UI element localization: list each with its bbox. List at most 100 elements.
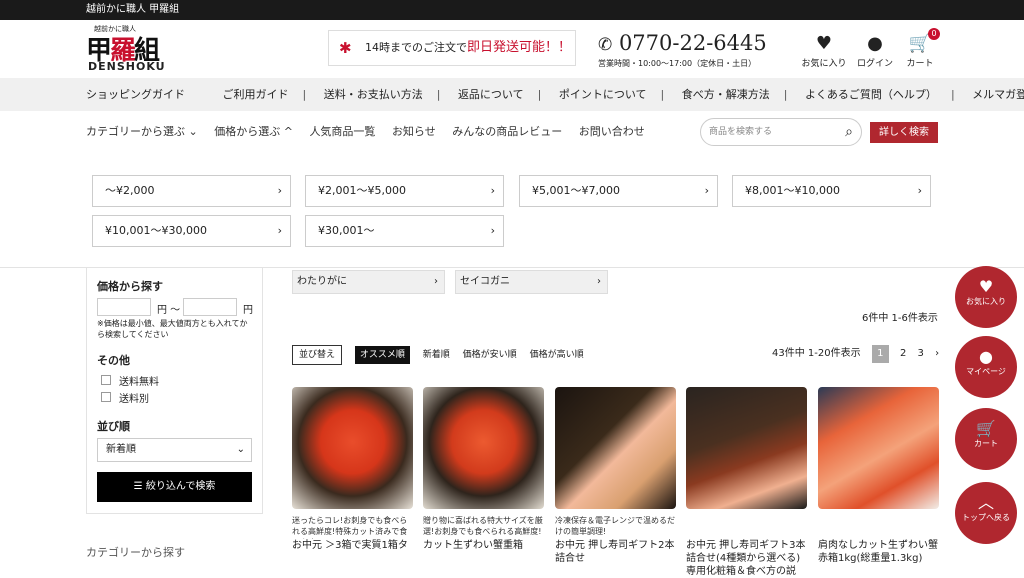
sort-bar: 並び替え オススメ順 新着順 価格が安い順 価格が高い順: [292, 345, 594, 365]
filter-search-button[interactable]: ☰ 絞り込んで検索: [97, 472, 252, 502]
page-2[interactable]: 2: [900, 345, 906, 363]
price-range-option[interactable]: ¥5,001～¥7,000 ›: [519, 175, 718, 207]
search-input[interactable]: 商品を検索する ⌕: [700, 118, 862, 146]
category-tag[interactable]: セイコガニ ›: [455, 270, 608, 294]
cart-count-badge: 0: [928, 28, 940, 40]
chevron-down-icon: ⌄: [236, 444, 245, 455]
price-range-label: ¥2,001～¥5,000: [318, 184, 406, 197]
phone-block: ✆ 0770-22-6445 営業時間・10:00～17:00（定休日・土日）: [598, 30, 788, 70]
product-card[interactable]: 迷ったらコレ!お刺身でも食べられる高鮮度!特殊カット済みで食べやすい♪ お中元 …: [292, 387, 413, 552]
login-label: ログイン: [856, 59, 893, 69]
subnav-reviews[interactable]: みんなの商品レビュー: [452, 125, 562, 138]
product-image[interactable]: [686, 387, 807, 509]
nav-shipping-payment[interactable]: 送料・お支払い方法: [324, 88, 423, 101]
header-favorites[interactable]: ♥ お気に入り: [800, 32, 848, 69]
product-card[interactable]: 肩肉なしカット生ずわい蟹 赤箱1kg(総重量1.3kg): [818, 387, 939, 565]
sort-filter-title: 並び順: [97, 420, 130, 433]
product-desc: [686, 515, 807, 539]
category-tag[interactable]: わたりがに ›: [292, 270, 445, 294]
sort-select[interactable]: 新着順 ⌄: [97, 438, 252, 462]
subnav-contact[interactable]: お問い合わせ: [579, 125, 645, 138]
free-shipping-checkbox[interactable]: [101, 375, 111, 385]
sort-price-high[interactable]: 価格が高い順: [530, 346, 584, 364]
heart-icon: ♥: [978, 277, 994, 296]
nav-how-to-eat[interactable]: 食べ方・解凍方法: [682, 88, 770, 101]
business-hours: 営業時間・10:00～17:00（定休日・土日）: [598, 59, 757, 68]
nav-separator: |: [783, 88, 788, 101]
price-range-label: ¥5,001～¥7,000: [532, 184, 620, 197]
cart-icon: 🛒: [976, 419, 996, 438]
fab-back-to-top[interactable]: ︿ トップへ戻る: [955, 482, 1017, 544]
nav-shopping-guide[interactable]: ショッピングガイド: [86, 88, 185, 101]
header-login[interactable]: ● ログイン: [851, 32, 899, 69]
yen-label: 円: [243, 305, 253, 316]
page-3[interactable]: 3: [918, 345, 924, 363]
nav-separator: |: [436, 88, 441, 101]
fab-favorites[interactable]: ♥ お気に入り: [955, 266, 1017, 328]
filter-icon: ☰: [133, 481, 143, 492]
min-price-input[interactable]: [97, 298, 151, 316]
price-range-label: ¥8,001～¥10,000: [745, 184, 840, 197]
product-image[interactable]: [555, 387, 676, 509]
next-page[interactable]: ›: [935, 345, 939, 363]
price-filter-title: 価格から探す: [97, 280, 163, 293]
search-icon[interactable]: ⌕: [845, 119, 853, 145]
product-card[interactable]: 冷凍保存＆電子レンジで温めるだけの簡単調理! お中元 押し寿司ギフト2本詰合せ: [555, 387, 676, 565]
price-range-option[interactable]: ¥8,001～¥10,000 ›: [732, 175, 931, 207]
product-name[interactable]: カット生ずわい蟹重箱: [423, 539, 544, 552]
nav-returns[interactable]: 返品について: [458, 88, 524, 101]
nav-faq[interactable]: よくあるご質問（ヘルプ）: [805, 88, 937, 101]
chevron-right-icon: ›: [917, 184, 922, 197]
logo[interactable]: 越前かに職人 甲羅組 DENSHOKU: [86, 24, 178, 74]
fab-cart[interactable]: 🛒 カート: [955, 408, 1017, 470]
favorites-label: お気に入り: [801, 59, 847, 69]
price-range-option[interactable]: ～¥2,000 ›: [92, 175, 291, 207]
product-image[interactable]: [292, 387, 413, 509]
product-name[interactable]: お中元 押し寿司ギフト2本詰合せ: [555, 539, 676, 565]
header-cart[interactable]: 🛒 0 カート: [896, 28, 944, 69]
nav-usage-guide[interactable]: ご利用ガイド: [223, 88, 289, 101]
price-range-option[interactable]: ¥30,001～ ›: [305, 215, 504, 247]
shipping-extra-label[interactable]: 送料別: [119, 390, 149, 405]
fab-cart-label: カート: [974, 439, 998, 448]
subnav-category[interactable]: カテゴリーから選ぶ ⌄: [86, 125, 198, 138]
product-name[interactable]: 肩肉なしカット生ずわい蟹 赤箱1kg(総重量1.3kg): [818, 539, 939, 565]
product-desc: 冷凍保存＆電子レンジで温めるだけの簡単調理!: [555, 516, 675, 536]
sort-recommended[interactable]: オススメ順: [354, 346, 410, 364]
product-desc: 贈り物に喜ばれる特大サイズを厳選!お刺身でも食べられる高鮮度!: [423, 516, 543, 536]
price-range-option[interactable]: ¥10,001～¥30,000 ›: [92, 215, 291, 247]
max-price-input[interactable]: [183, 298, 237, 316]
subnav-news[interactable]: お知らせ: [392, 125, 436, 138]
notice-highlight: 即日発送可能！！: [467, 40, 572, 55]
user-icon: ●: [867, 33, 883, 54]
fab-mypage-label: マイページ: [966, 367, 1006, 376]
shipping-notice: ✱ 14時までのご注文で即日発送可能！！: [328, 30, 576, 66]
nav-points[interactable]: ポイントについて: [559, 88, 647, 101]
price-note: ※価格は最小値、最大値両方とも入れてから検索してください: [97, 319, 248, 339]
product-image[interactable]: [423, 387, 544, 509]
sort-price-low[interactable]: 価格が安い順: [463, 346, 517, 364]
price-range-option[interactable]: ¥2,001～¥5,000 ›: [305, 175, 504, 207]
category-search-title: カテゴリーから探す: [86, 546, 185, 559]
chevron-right-icon: ›: [277, 224, 282, 237]
subnav-price[interactable]: 価格から選ぶ ^: [214, 125, 293, 138]
price-range-label: ¥30,001～: [318, 224, 375, 237]
product-desc: [818, 515, 939, 539]
product-name[interactable]: お中元 押し寿司ギフト3本詰合せ(4種類から選べる)専用化粧箱＆食べ方の説: [686, 539, 807, 578]
fab-mypage[interactable]: ● マイページ: [955, 336, 1017, 398]
shipping-extra-checkbox[interactable]: [101, 392, 111, 402]
product-name[interactable]: お中元 ＞3箱で実質1箱タ: [292, 539, 413, 552]
nav-newsletter[interactable]: メルマガ登録: [972, 88, 1024, 101]
product-card[interactable]: 贈り物に喜ばれる特大サイズを厳選!お刺身でも食べられる高鮮度! カット生ずわい蟹…: [423, 387, 544, 552]
product-desc: 迷ったらコレ!お刺身でも食べられる高鮮度!特殊カット済みで食べやすい♪: [292, 516, 408, 539]
product-card[interactable]: お中元 押し寿司ギフト3本詰合せ(4種類から選べる)専用化粧箱＆食べ方の説: [686, 387, 807, 578]
sort-newest[interactable]: 新着順: [423, 346, 450, 364]
phone-number[interactable]: 0770-22-6445: [619, 31, 767, 55]
page-1[interactable]: 1: [871, 345, 889, 363]
advanced-search-button[interactable]: 詳しく検索: [870, 122, 938, 143]
price-range-label: ～¥2,000: [105, 184, 155, 197]
product-image[interactable]: [818, 387, 939, 509]
tag-label: わたりがに: [297, 276, 347, 287]
free-shipping-label[interactable]: 送料無料: [119, 373, 159, 388]
subnav-popular[interactable]: 人気商品一覧: [309, 125, 375, 138]
